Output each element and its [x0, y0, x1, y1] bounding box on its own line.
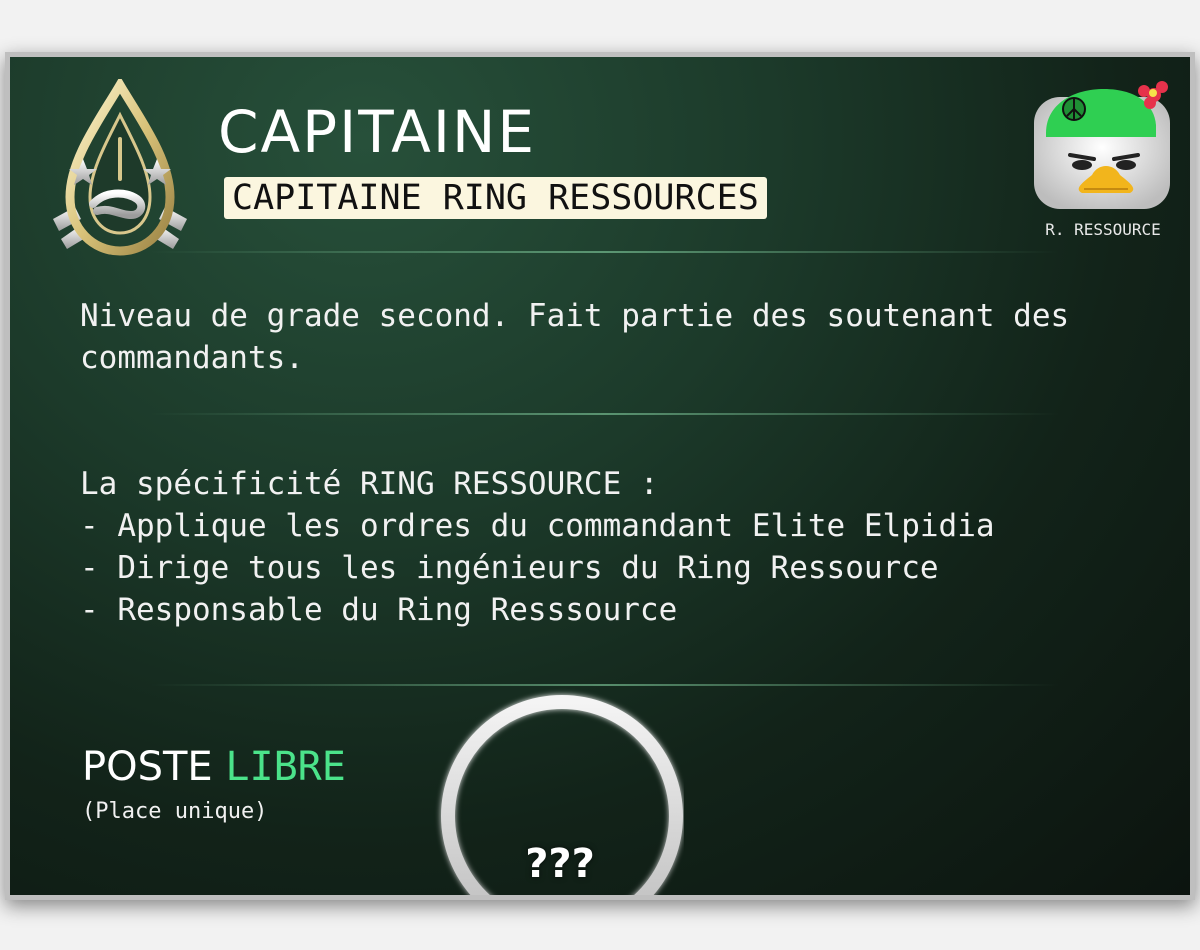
list-item: - Applique les ordres du commandant Elit…	[80, 508, 995, 544]
specificity-heading: La spécificité RING RESSOURCE :	[80, 466, 659, 502]
role-subtitle: CAPITAINE RING RESSOURCES	[224, 177, 767, 219]
page-title: CAPITAINE	[218, 98, 536, 166]
list-item: - Dirige tous les ingénieurs du Ring Res…	[80, 550, 939, 586]
post-status: POSTE LIBRE	[82, 742, 346, 792]
post-label: POSTE	[82, 744, 213, 790]
divider	[150, 413, 1060, 415]
list-item: - Responsable du Ring Resssource	[80, 592, 678, 628]
avatar-label: R. RESSOURCE	[1045, 220, 1161, 239]
duck-avatar-icon	[1034, 81, 1170, 209]
unknown-occupant: ???	[525, 841, 595, 887]
specificity-section: La spécificité RING RESSOURCE : - Appliq…	[80, 463, 1160, 631]
rank-insignia-icon	[53, 79, 187, 256]
role-description: Niveau de grade second. Fait partie des …	[80, 298, 1070, 376]
status-badge: LIBRE	[225, 744, 346, 790]
post-note: (Place unique)	[82, 799, 268, 824]
role-card: CAPITAINE CAPITAINE RING RESSOURCES R. R…	[5, 52, 1195, 900]
divider	[150, 251, 1060, 253]
